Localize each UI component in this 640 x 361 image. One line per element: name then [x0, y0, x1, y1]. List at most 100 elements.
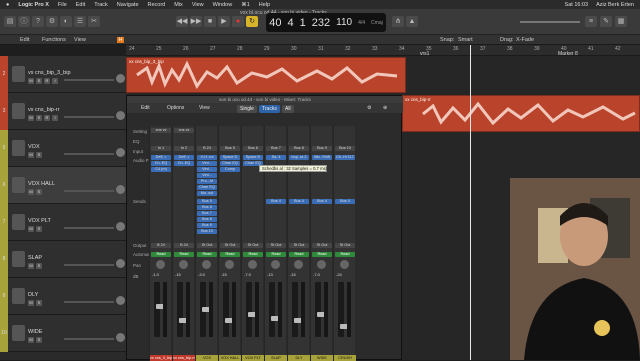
- settings-icon[interactable]: ⚙: [367, 105, 371, 111]
- track-header[interactable]: 10 WIDE MS: [0, 315, 126, 352]
- lcd-display[interactable]: 40 4 1 232 110 4/4 Cmaj: [266, 13, 386, 32]
- pan-knob[interactable]: [294, 260, 303, 269]
- send-slot[interactable]: Bus 4: [312, 199, 332, 204]
- mixer-view-menu[interactable]: View: [199, 105, 210, 111]
- timeline-ruler[interactable]: 24 25 26 27 28 29 30 31 32 33 34 35 36 3…: [126, 45, 640, 57]
- input-monitor-button[interactable]: I: [52, 78, 58, 84]
- view-menu[interactable]: View: [74, 37, 86, 43]
- solo-button[interactable]: S: [36, 115, 42, 121]
- track-header[interactable]: 5 VOX MS: [0, 130, 126, 167]
- track-name[interactable]: vx cns_bip_3_bip: [28, 70, 71, 76]
- audio-fx-slot[interactable]: Chan EQ: [197, 185, 217, 190]
- audio-fx-slot[interactable]: Vint...: [197, 167, 217, 172]
- menu-window[interactable]: Window: [213, 2, 233, 8]
- mute-button[interactable]: M: [28, 78, 34, 84]
- pan-knob[interactable]: [116, 333, 125, 342]
- audio-fx-slot[interactable]: Mic..Shift: [312, 155, 332, 160]
- record-button[interactable]: ●: [232, 16, 244, 27]
- audio-fx-slot[interactable]: Vint...: [197, 173, 217, 178]
- output-slot[interactable]: B 24: [151, 243, 171, 248]
- library-button[interactable]: ▤: [4, 16, 16, 27]
- editors-button[interactable]: ✂: [88, 16, 100, 27]
- track-name[interactable]: SLAP: [28, 255, 42, 261]
- record-enable-button[interactable]: R: [44, 115, 50, 121]
- send-slot[interactable]: Bus 6: [197, 205, 217, 210]
- audio-fx-slot[interactable]: Sa..4: [266, 155, 286, 160]
- tracks-button[interactable]: Tracks: [259, 105, 280, 113]
- automation-mode[interactable]: Read: [243, 252, 263, 257]
- drag-select[interactable]: X-Fade: [516, 37, 534, 43]
- solo-button[interactable]: S: [36, 152, 42, 158]
- notes-button[interactable]: ✎: [600, 16, 612, 27]
- track-name[interactable]: WIDE: [28, 329, 42, 335]
- audio-fx-slot[interactable]: DeE..r: [174, 155, 194, 160]
- menu-edit[interactable]: Edit: [76, 2, 85, 8]
- input-slot[interactable]: Bus 8: [289, 146, 309, 151]
- strip-name[interactable]: VOX HALL: [219, 355, 241, 361]
- volume-slider[interactable]: [64, 338, 114, 340]
- mute-button[interactable]: M: [28, 300, 34, 306]
- toolbar-button[interactable]: ⚙: [46, 16, 58, 27]
- pan-knob[interactable]: [179, 260, 188, 269]
- input-slot[interactable]: Bus 7: [266, 146, 286, 151]
- strip-name[interactable]: VOX: [196, 355, 218, 361]
- audio-fx-slot[interactable]: Space D: [243, 155, 263, 160]
- output-slot[interactable]: St Out: [197, 243, 217, 248]
- pan-knob[interactable]: [116, 222, 125, 231]
- volume-fader[interactable]: [315, 282, 327, 337]
- master-volume-slider[interactable]: [520, 21, 580, 23]
- menu-help[interactable]: Help: [259, 2, 270, 8]
- all-button[interactable]: All: [282, 105, 294, 113]
- pan-knob[interactable]: [116, 148, 125, 157]
- menu-mix[interactable]: Mix: [174, 2, 183, 8]
- track-name[interactable]: VOX: [28, 144, 40, 150]
- volume-fader[interactable]: [223, 282, 235, 337]
- automation-mode[interactable]: Read: [174, 252, 194, 257]
- audio-region[interactable]: vx cns_bip_3_bip: [126, 57, 406, 93]
- pan-knob[interactable]: [317, 260, 326, 269]
- audio-fx-slot[interactable]: X-H..rrs: [197, 155, 217, 160]
- input-slot[interactable]: Bus 9: [312, 146, 332, 151]
- audio-fx-slot[interactable]: bup..ra 2: [289, 155, 309, 160]
- send-slot[interactable]: Bus 5: [197, 199, 217, 204]
- strip-name[interactable]: SLAP: [265, 355, 287, 361]
- mixer-button[interactable]: ☰: [74, 16, 86, 27]
- app-menu[interactable]: Logic Pro X: [18, 2, 49, 8]
- input-slot[interactable]: B 24: [197, 146, 217, 151]
- functions-menu[interactable]: Functions: [42, 37, 66, 43]
- audio-fx-slot[interactable]: C4 (m): [151, 167, 171, 172]
- playhead[interactable]: [470, 45, 471, 360]
- solo-button[interactable]: S: [36, 78, 42, 84]
- solo-button[interactable]: S: [36, 189, 42, 195]
- menu-track[interactable]: Track: [94, 2, 108, 8]
- output-slot[interactable]: St Out: [289, 243, 309, 248]
- output-slot[interactable]: St Out: [266, 243, 286, 248]
- pan-knob[interactable]: [340, 260, 349, 269]
- list-editors-button[interactable]: ≡: [585, 16, 597, 27]
- menu-record[interactable]: Record: [148, 2, 166, 8]
- audio-fx-slot[interactable]: Pro..-M: [197, 179, 217, 184]
- volume-fader[interactable]: [269, 282, 281, 337]
- tuner-button[interactable]: ⋔: [392, 16, 404, 27]
- automation-mode[interactable]: Read: [266, 252, 286, 257]
- track-header[interactable]: 2 vx cns_bip_3_bip MSRI: [0, 56, 126, 93]
- output-slot[interactable]: B 24: [174, 243, 194, 248]
- send-slot[interactable]: Bus 7: [197, 211, 217, 216]
- mixer-options-menu[interactable]: Options: [167, 105, 184, 111]
- audio-fx-slot[interactable]: DeE..r: [151, 155, 171, 160]
- help-button[interactable]: ?: [32, 16, 44, 27]
- audio-fx-slot[interactable]: Comp: [220, 167, 240, 172]
- output-slot[interactable]: St Out: [312, 243, 332, 248]
- send-slot[interactable]: Bus 4: [335, 199, 355, 204]
- track-header[interactable]: 3 vx cns_bip-rr MSRI: [0, 93, 126, 130]
- audio-fx-slot[interactable]: Ch..EQ: [174, 161, 194, 166]
- strip-name[interactable]: vx cns_bip-rr: [173, 355, 195, 361]
- strip-name[interactable]: CRUSH: [334, 355, 356, 361]
- smart-controls-button[interactable]: ◐: [60, 16, 72, 27]
- strip-name[interactable]: DLY: [288, 355, 310, 361]
- pan-knob[interactable]: [248, 260, 257, 269]
- track-header[interactable]: 9 DLY MS: [0, 278, 126, 315]
- volume-slider[interactable]: [64, 153, 114, 155]
- send-slot[interactable]: Bus 10: [197, 229, 217, 234]
- rewind-button[interactable]: ◀◀: [176, 16, 188, 27]
